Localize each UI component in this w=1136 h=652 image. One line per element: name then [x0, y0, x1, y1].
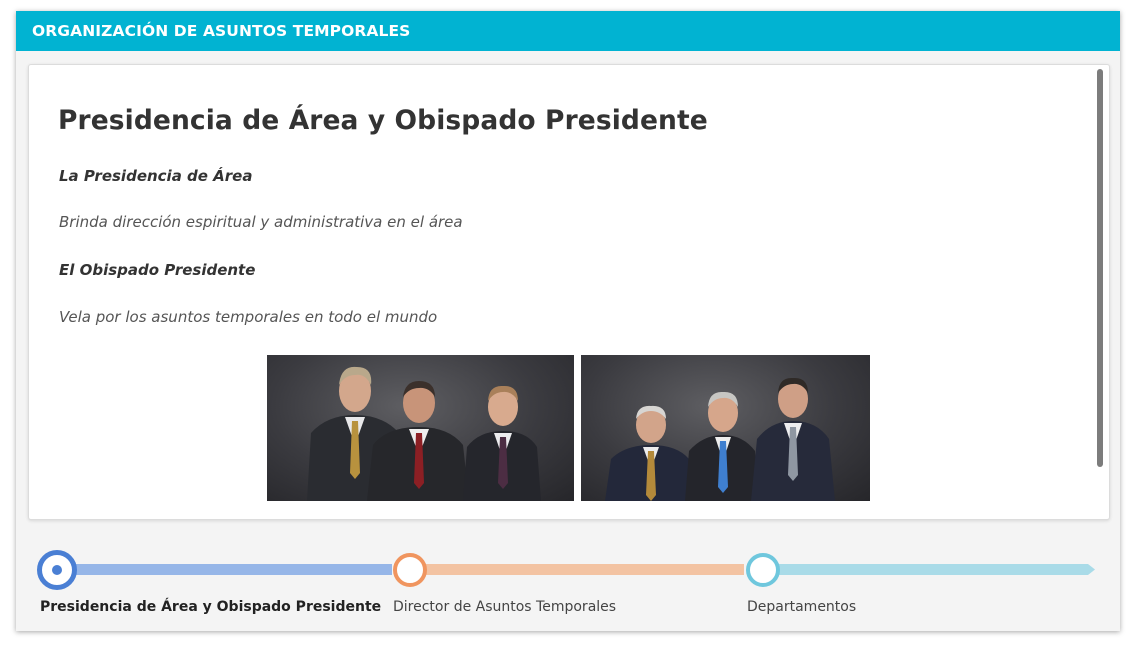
presiding-bishopric-description: Vela por los asuntos temporales en todo …	[59, 308, 438, 326]
area-presidency-photo	[267, 355, 574, 501]
content-title: Presidencia de Área y Obispado President…	[58, 105, 708, 136]
area-presidency-photo-image	[307, 366, 541, 501]
timeline-segment-1	[68, 564, 392, 575]
area-presidency-heading: La Presidencia de Área	[59, 167, 253, 185]
timeline-step-1-node[interactable]	[37, 550, 77, 590]
header-bar: ORGANIZACIÓN DE ASUNTOS TEMPORALES	[16, 11, 1120, 51]
timeline-step-2-node[interactable]	[393, 553, 427, 587]
content-scrollbar[interactable]	[1097, 69, 1103, 467]
content-card: Presidencia de Área y Obispado President…	[28, 64, 1110, 520]
area-presidency-description: Brinda dirección espiritual y administra…	[59, 213, 463, 231]
timeline-segment-3	[772, 564, 1095, 575]
presiding-bishopric-heading: El Obispado Presidente	[59, 261, 256, 279]
active-step-dot	[52, 565, 62, 575]
timeline-step-3-node[interactable]	[746, 553, 780, 587]
timeline-step-2-label[interactable]: Director de Asuntos Temporales	[393, 599, 616, 615]
progress-timeline: Presidencia de Área y Obispado President…	[16, 531, 1120, 631]
module-window: ORGANIZACIÓN DE ASUNTOS TEMPORALES Presi…	[16, 11, 1120, 631]
timeline-step-1-label[interactable]: Presidencia de Área y Obispado President…	[40, 599, 381, 615]
header-title: ORGANIZACIÓN DE ASUNTOS TEMPORALES	[32, 22, 411, 40]
presiding-bishopric-photo	[581, 355, 870, 501]
timeline-step-3-label[interactable]: Departamentos	[747, 599, 856, 615]
timeline-segment-2	[420, 564, 744, 575]
presiding-bishopric-photo-image	[605, 377, 835, 501]
